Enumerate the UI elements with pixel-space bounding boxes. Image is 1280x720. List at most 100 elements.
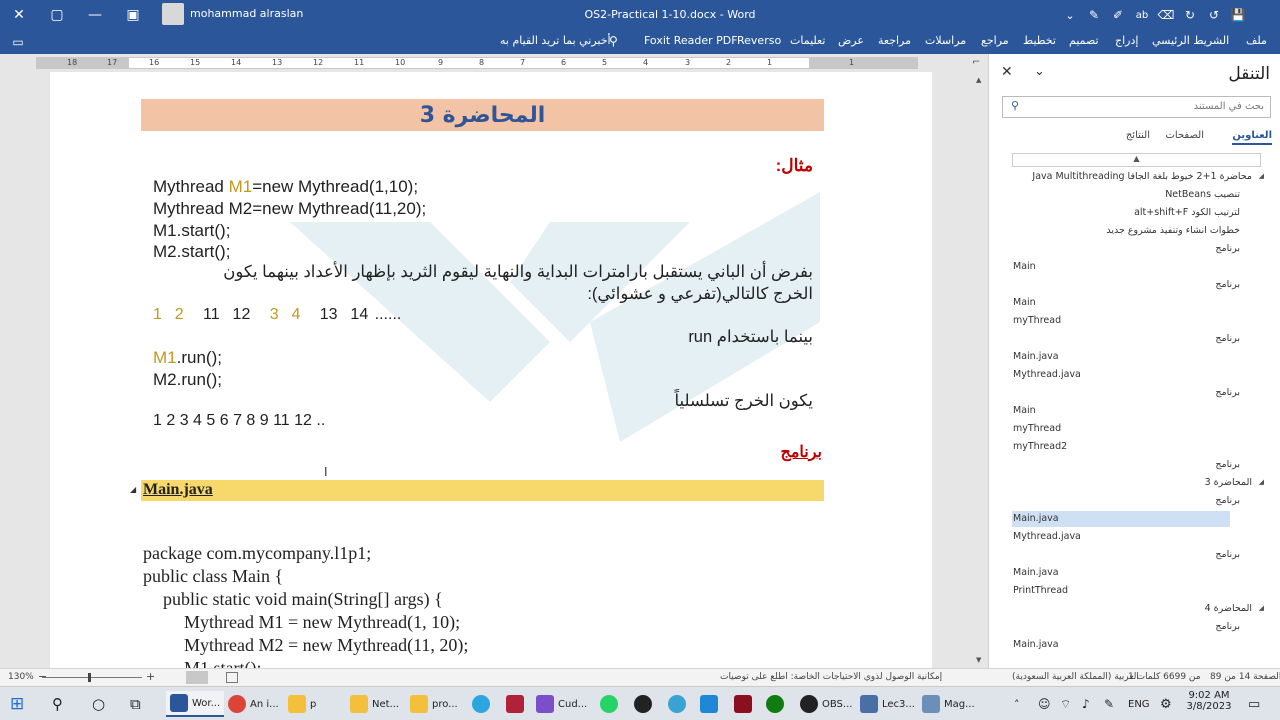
tell-me-box[interactable]: أخبرني بما تريد القيام به: [500, 34, 611, 47]
word-count[interactable]: 1 من 6699 كلمات: [1128, 672, 1201, 682]
nav-item[interactable]: المحاضرة 4: [1205, 603, 1252, 614]
search-icon[interactable]: ⚲: [1011, 99, 1019, 112]
tab-mailings[interactable]: مراسلات: [925, 34, 966, 47]
clock[interactable]: 9:02 AM 3/8/2023: [1184, 690, 1234, 712]
comments-icon[interactable]: ▭: [6, 30, 30, 54]
save-icon[interactable]: 💾: [1228, 0, 1248, 30]
search-icon[interactable]: ⚲: [52, 691, 63, 717]
tab-layout[interactable]: تخطيط: [1023, 34, 1056, 47]
nav-item[interactable]: Main.java: [1013, 639, 1059, 650]
taskbar-app-pro-folder[interactable]: pro...: [410, 691, 458, 717]
nav-item[interactable]: لترتيب الكود alt+shift+F: [1134, 207, 1240, 218]
format-painter-icon[interactable]: ✎: [1084, 0, 1104, 30]
nav-item[interactable]: Main: [1013, 405, 1036, 416]
nav-item[interactable]: myThread: [1013, 315, 1061, 326]
tab-reverso[interactable]: Reverso: [737, 34, 781, 47]
nav-item[interactable]: Main: [1013, 261, 1036, 272]
nav-item[interactable]: برنامج: [1215, 333, 1240, 344]
zoom-level[interactable]: 130%: [8, 672, 34, 682]
zoom-slider[interactable]: [42, 677, 142, 678]
app-icon-globe[interactable]: [668, 691, 690, 717]
avatar[interactable]: [162, 3, 184, 25]
nav-item[interactable]: برنامج: [1215, 621, 1240, 632]
nav-item[interactable]: Mythread.java: [1013, 369, 1081, 380]
expand-caret-icon[interactable]: ◢: [1259, 604, 1264, 612]
nav-item[interactable]: myThread: [1013, 423, 1061, 434]
github-icon[interactable]: [634, 691, 656, 717]
ribbon-display-icon[interactable]: ▣: [120, 0, 146, 30]
tab-help[interactable]: تعليمات: [790, 34, 825, 47]
nav-item[interactable]: برنامج: [1215, 549, 1240, 560]
scroll-up-icon[interactable]: ▲: [976, 76, 981, 84]
taskbar-app-lec[interactable]: Lec3...: [860, 691, 915, 717]
taskbar-app-magnifier[interactable]: Mag...: [922, 691, 975, 717]
horizontal-ruler[interactable]: 18 17 16 15 14 13 12 11 10 9 8 7 6 5 4 3…: [36, 57, 918, 69]
taskbar-app-chrome[interactable]: An i...: [228, 691, 279, 717]
notifications-icon[interactable]: ▭: [1248, 691, 1260, 717]
nav-item[interactable]: برنامج: [1215, 387, 1240, 398]
taskbar-app-vs[interactable]: Cud...: [536, 691, 587, 717]
undo-icon[interactable]: ↺: [1204, 0, 1224, 30]
redo-icon[interactable]: ↻: [1180, 0, 1200, 30]
user-name[interactable]: mohammad alraslan: [190, 7, 303, 20]
tab-design[interactable]: تصميم: [1069, 34, 1099, 47]
nav-item[interactable]: Main.java: [1013, 567, 1059, 578]
telegram-icon[interactable]: [472, 691, 494, 717]
task-view-icon[interactable]: ⧉: [130, 691, 141, 717]
zoom-in-icon[interactable]: +: [146, 670, 155, 683]
nav-item[interactable]: برنامج: [1215, 243, 1240, 254]
tab-headings[interactable]: العناوين: [1232, 130, 1272, 145]
expand-caret-icon[interactable]: ◢: [1259, 172, 1264, 180]
collapse-all-icon[interactable]: ▲: [1012, 153, 1261, 167]
app-icon-dark-red[interactable]: [734, 691, 756, 717]
zoom-out-icon[interactable]: −: [38, 670, 47, 683]
tab-review[interactable]: مراجعة: [878, 34, 911, 47]
tab-results[interactable]: النتائج: [1126, 130, 1150, 141]
taskbar-app-netbeans-folder[interactable]: Net...: [350, 691, 399, 717]
tab-references[interactable]: مراجع: [981, 34, 1009, 47]
vscode-icon[interactable]: [700, 691, 722, 717]
settings-gear-icon[interactable]: ⚙: [1160, 691, 1172, 717]
minimize-icon[interactable]: —: [82, 0, 108, 30]
tab-insert[interactable]: إدراج: [1115, 34, 1138, 47]
people-icon[interactable]: ☺: [1038, 691, 1051, 717]
nav-item[interactable]: Main.java: [1013, 351, 1059, 362]
zoom-slider-thumb[interactable]: [88, 673, 91, 682]
pen-icon[interactable]: ✎: [1104, 691, 1114, 717]
input-language[interactable]: ENG: [1128, 691, 1150, 717]
vertical-scrollbar[interactable]: ▲ ▼: [972, 72, 988, 668]
scroll-down-icon[interactable]: ▼: [976, 656, 981, 664]
windows-start-icon[interactable]: ⊞: [10, 691, 24, 717]
expand-caret-icon[interactable]: ◢: [1259, 478, 1264, 486]
nav-item[interactable]: myThread2: [1013, 441, 1067, 452]
nav-item[interactable]: برنامج: [1215, 459, 1240, 470]
nav-item[interactable]: برنامج: [1215, 495, 1240, 506]
document-page[interactable]: المحاضرة 3 مثال: Mythread M1=new Mythrea…: [50, 72, 932, 668]
network-icon[interactable]: ⌔: [1060, 691, 1071, 717]
cortana-icon[interactable]: ○: [92, 691, 105, 717]
xbox-icon[interactable]: [766, 691, 788, 717]
taskbar-app-folder[interactable]: p: [288, 691, 316, 717]
print-layout-icon[interactable]: [186, 671, 208, 684]
nav-item[interactable]: المحاضرة 3: [1205, 477, 1252, 488]
accessibility-status[interactable]: إمكانية الوصول لذوي الاحتياجات الخاصة: ا…: [720, 672, 942, 682]
ruler-toggle-icon[interactable]: ⌐: [972, 57, 984, 69]
tab-foxit[interactable]: Foxit Reader PDF: [644, 34, 738, 47]
nav-item[interactable]: برنامج: [1215, 279, 1240, 290]
collapse-caret-icon[interactable]: ◢: [130, 485, 136, 494]
volume-icon[interactable]: ♪: [1082, 691, 1090, 717]
nav-item[interactable]: تنصيب NetBeans: [1165, 189, 1240, 200]
nav-item[interactable]: PrintThread: [1013, 585, 1068, 596]
whatsapp-icon[interactable]: [600, 691, 622, 717]
restore-icon[interactable]: ▢: [44, 0, 70, 30]
nav-item[interactable]: محاضرة 1+2 خيوط بلغة الجافا Java Multith…: [1032, 171, 1252, 182]
nav-item-selected[interactable]: Main.java: [1013, 513, 1059, 524]
pane-options-icon[interactable]: ⌄: [1034, 64, 1045, 79]
clear-format-icon[interactable]: ⌫: [1156, 0, 1176, 30]
taskbar-app-word[interactable]: Wor...: [166, 691, 225, 717]
language-status[interactable]: العربية (المملكة العربية السعودية): [1012, 672, 1139, 682]
highlight-icon[interactable]: ✐: [1108, 0, 1128, 30]
tray-overflow-icon[interactable]: ˄: [1014, 691, 1020, 717]
nav-item[interactable]: Mythread.java: [1013, 531, 1081, 542]
close-pane-icon[interactable]: ✕: [1001, 64, 1013, 80]
